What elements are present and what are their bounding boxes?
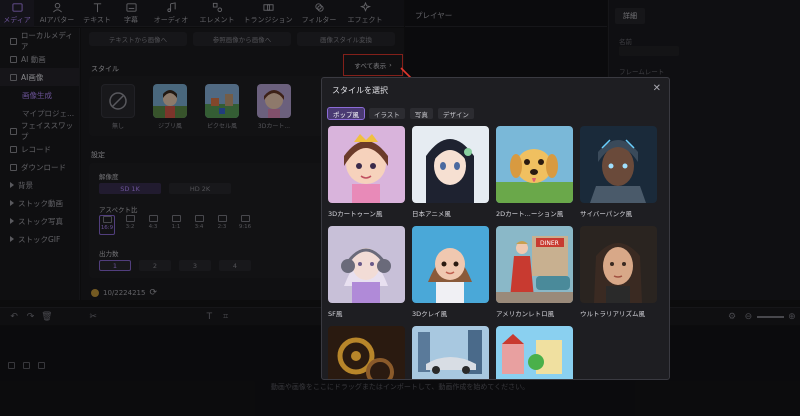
style-card-label: サイバーパンク風 — [580, 210, 633, 218]
style-card-2d-cartoon[interactable]: 2Dカート...ーション風 — [496, 126, 573, 218]
chip-photo[interactable]: 写真 — [409, 108, 433, 119]
cartoon-town-thumbnail — [496, 326, 573, 379]
style-card-steampunk[interactable] — [328, 326, 405, 379]
ultra-realism-thumbnail — [580, 226, 657, 303]
style-card-sf[interactable]: SF風 — [328, 226, 405, 318]
cyberpunk-thumbnail — [580, 126, 657, 203]
style-card-label: ウルトラリアリズム風 — [580, 310, 645, 318]
american-retro-thumbnail: DINER — [496, 226, 573, 303]
close-icon[interactable]: ✕ — [653, 83, 661, 94]
category-chips: ポップ風 イラスト 写真 デザイン — [327, 107, 474, 120]
style-card-label: 3Dクレイ風 — [412, 310, 448, 318]
style-select-dialog: スタイルを選択 ✕ ポップ風 イラスト 写真 デザイン 3Dカートゥーン風 日本… — [321, 77, 670, 380]
2d-cartoon-thumbnail — [496, 126, 573, 203]
style-card-anime[interactable]: 日本アニメ風 — [412, 126, 489, 218]
style-card-ultra-realism[interactable]: ウルトラリアリズム風 — [580, 226, 657, 318]
style-card-label: 3Dカートゥーン風 — [328, 210, 383, 218]
chip-design[interactable]: デザイン — [437, 108, 474, 119]
style-card-3d-cartoon[interactable]: 3Dカートゥーン風 — [328, 126, 405, 218]
dialog-title: スタイルを選択 — [332, 85, 388, 95]
chip-pop[interactable]: ポップ風 — [327, 107, 365, 120]
style-card-cyberpunk[interactable]: サイバーパンク風 — [580, 126, 657, 218]
futuristic-car-thumbnail — [412, 326, 489, 379]
chip-illustration[interactable]: イラスト — [369, 108, 405, 119]
style-card-label: アメリカンレトロ風 — [496, 310, 555, 318]
style-card-label: SF風 — [328, 310, 343, 318]
style-card-label: 日本アニメ風 — [412, 210, 451, 218]
style-card-cartoon-town[interactable] — [496, 326, 573, 379]
steampunk-thumbnail — [328, 326, 405, 379]
anime-thumbnail — [412, 126, 489, 203]
style-card-american-retro[interactable]: DINER アメリカンレトロ風 — [496, 226, 573, 318]
style-card-label: 2Dカート...ーション風 — [496, 210, 564, 218]
sf-thumbnail — [328, 226, 405, 303]
3d-clay-thumbnail — [412, 226, 489, 303]
style-card-3d-clay[interactable]: 3Dクレイ風 — [412, 226, 489, 318]
style-card-futuristic-car[interactable] — [412, 326, 489, 379]
svg-text:DINER: DINER — [540, 240, 559, 247]
3d-cartoon-thumbnail — [328, 126, 405, 203]
